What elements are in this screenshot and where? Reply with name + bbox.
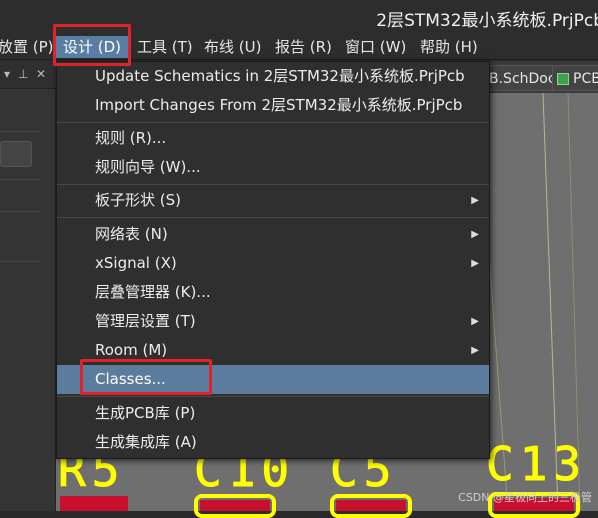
panel-divider (0, 211, 40, 212)
tab-pcb-label: PCB (573, 71, 598, 87)
panel-divider (0, 179, 40, 180)
menu-tools[interactable]: 工具 (T) (135, 36, 195, 58)
menu-window[interactable]: 窗口 (W) (343, 36, 408, 58)
menu-design[interactable]: 设计 (D) (56, 36, 129, 58)
menu-item-label: Import Changes From 2层STM32最小系统板.PrjPcb (95, 96, 463, 114)
menu-item-label: 板子形状 (S) (95, 191, 181, 209)
designator-c13: C13 (485, 437, 588, 491)
watermark-text: CSDN @星极同上的三极管 (458, 491, 592, 504)
submenu-arrow-icon: ▶ (471, 345, 479, 356)
menu-item-label: Update Schematics in 2层STM32最小系统板.PrjPcb (95, 67, 465, 85)
pad-c5 (336, 500, 406, 511)
panel-header: ▾ ⊥ ✕ (0, 61, 56, 89)
panel-divider (0, 261, 40, 262)
menu-item-label: 生成PCB库 (P) (95, 404, 196, 422)
submenu-arrow-icon: ▶ (471, 229, 479, 240)
menu-route[interactable]: 布线 (U) (202, 36, 263, 58)
menu-item-label: xSignal (X) (95, 254, 177, 272)
menu-item-label: 规则 (R)... (95, 129, 167, 147)
menu-separator (57, 122, 489, 123)
submenu-arrow-icon: ▶ (471, 316, 479, 327)
menu-bar: 放置 (P) 设计 (D) 工具 (T) 布线 (U) 报告 (R) 窗口 (W… (0, 32, 598, 60)
panel-search-field[interactable] (0, 141, 32, 167)
menu-item-xsignal[interactable]: xSignal (X) ▶ (57, 249, 489, 278)
menu-place[interactable]: 放置 (P) (0, 36, 56, 58)
design-menu-dropdown: Update Schematics in 2层STM32最小系统板.PrjPcb… (56, 61, 490, 459)
menu-item-manage-layer-sets[interactable]: 管理层设置 (T) ▶ (57, 307, 489, 336)
submenu-arrow-icon: ▶ (471, 195, 479, 206)
menu-item-classes[interactable]: Classes... (57, 365, 489, 394)
menu-separator (57, 217, 489, 218)
menu-item-label: 层叠管理器 (K)... (95, 283, 211, 301)
menu-item-label: 规则向导 (W)... (95, 158, 201, 176)
menu-item-room[interactable]: Room (M) ▶ (57, 336, 489, 365)
menu-item-label: Classes... (95, 370, 166, 388)
tab-schdoc[interactable]: B.SchDoc (482, 65, 563, 91)
menu-help[interactable]: 帮助 (H) (418, 36, 480, 58)
dropdown-arrow-icon[interactable]: ▾ (4, 67, 10, 81)
menu-item-label: Room (M) (95, 341, 168, 359)
menu-item-label: 管理层设置 (T) (95, 312, 196, 330)
pad-r5 (60, 496, 128, 511)
title-bar: 2层STM32最小系统板.PrjPcb (0, 0, 598, 32)
panel-divider (0, 131, 40, 132)
close-icon[interactable]: ✕ (36, 67, 46, 81)
pcb-file-icon (557, 73, 569, 85)
submenu-arrow-icon: ▶ (471, 258, 479, 269)
menu-item-netlist[interactable]: 网络表 (N) ▶ (57, 220, 489, 249)
left-panel: ▾ ⊥ ✕ (0, 61, 56, 511)
menu-item-update-schematics[interactable]: Update Schematics in 2层STM32最小系统板.PrjPcb (57, 62, 489, 91)
menu-reports[interactable]: 报告 (R) (273, 36, 334, 58)
menu-item-rules-wizard[interactable]: 规则向导 (W)... (57, 153, 489, 182)
menu-separator (57, 396, 489, 397)
menu-item-layer-stack-manager[interactable]: 层叠管理器 (K)... (57, 278, 489, 307)
pad-c10 (200, 500, 270, 511)
menu-item-make-integrated-library[interactable]: 生成集成库 (A) (57, 428, 489, 457)
tab-pcb[interactable]: PCB (552, 65, 598, 91)
menu-item-import-changes[interactable]: Import Changes From 2层STM32最小系统板.PrjPcb (57, 91, 489, 120)
window-title: 2层STM32最小系统板.PrjPcb (376, 11, 598, 31)
menu-item-rules[interactable]: 规则 (R)... (57, 124, 489, 153)
menu-item-make-pcb-library[interactable]: 生成PCB库 (P) (57, 399, 489, 428)
pin-icon[interactable]: ⊥ (18, 67, 28, 81)
menu-item-label: 网络表 (N) (95, 225, 168, 243)
menu-separator (57, 184, 489, 185)
document-tabs: B.SchDoc PCB (482, 61, 598, 93)
menu-item-board-shape[interactable]: 板子形状 (S) ▶ (57, 186, 489, 215)
menu-item-label: 生成集成库 (A) (95, 433, 197, 451)
